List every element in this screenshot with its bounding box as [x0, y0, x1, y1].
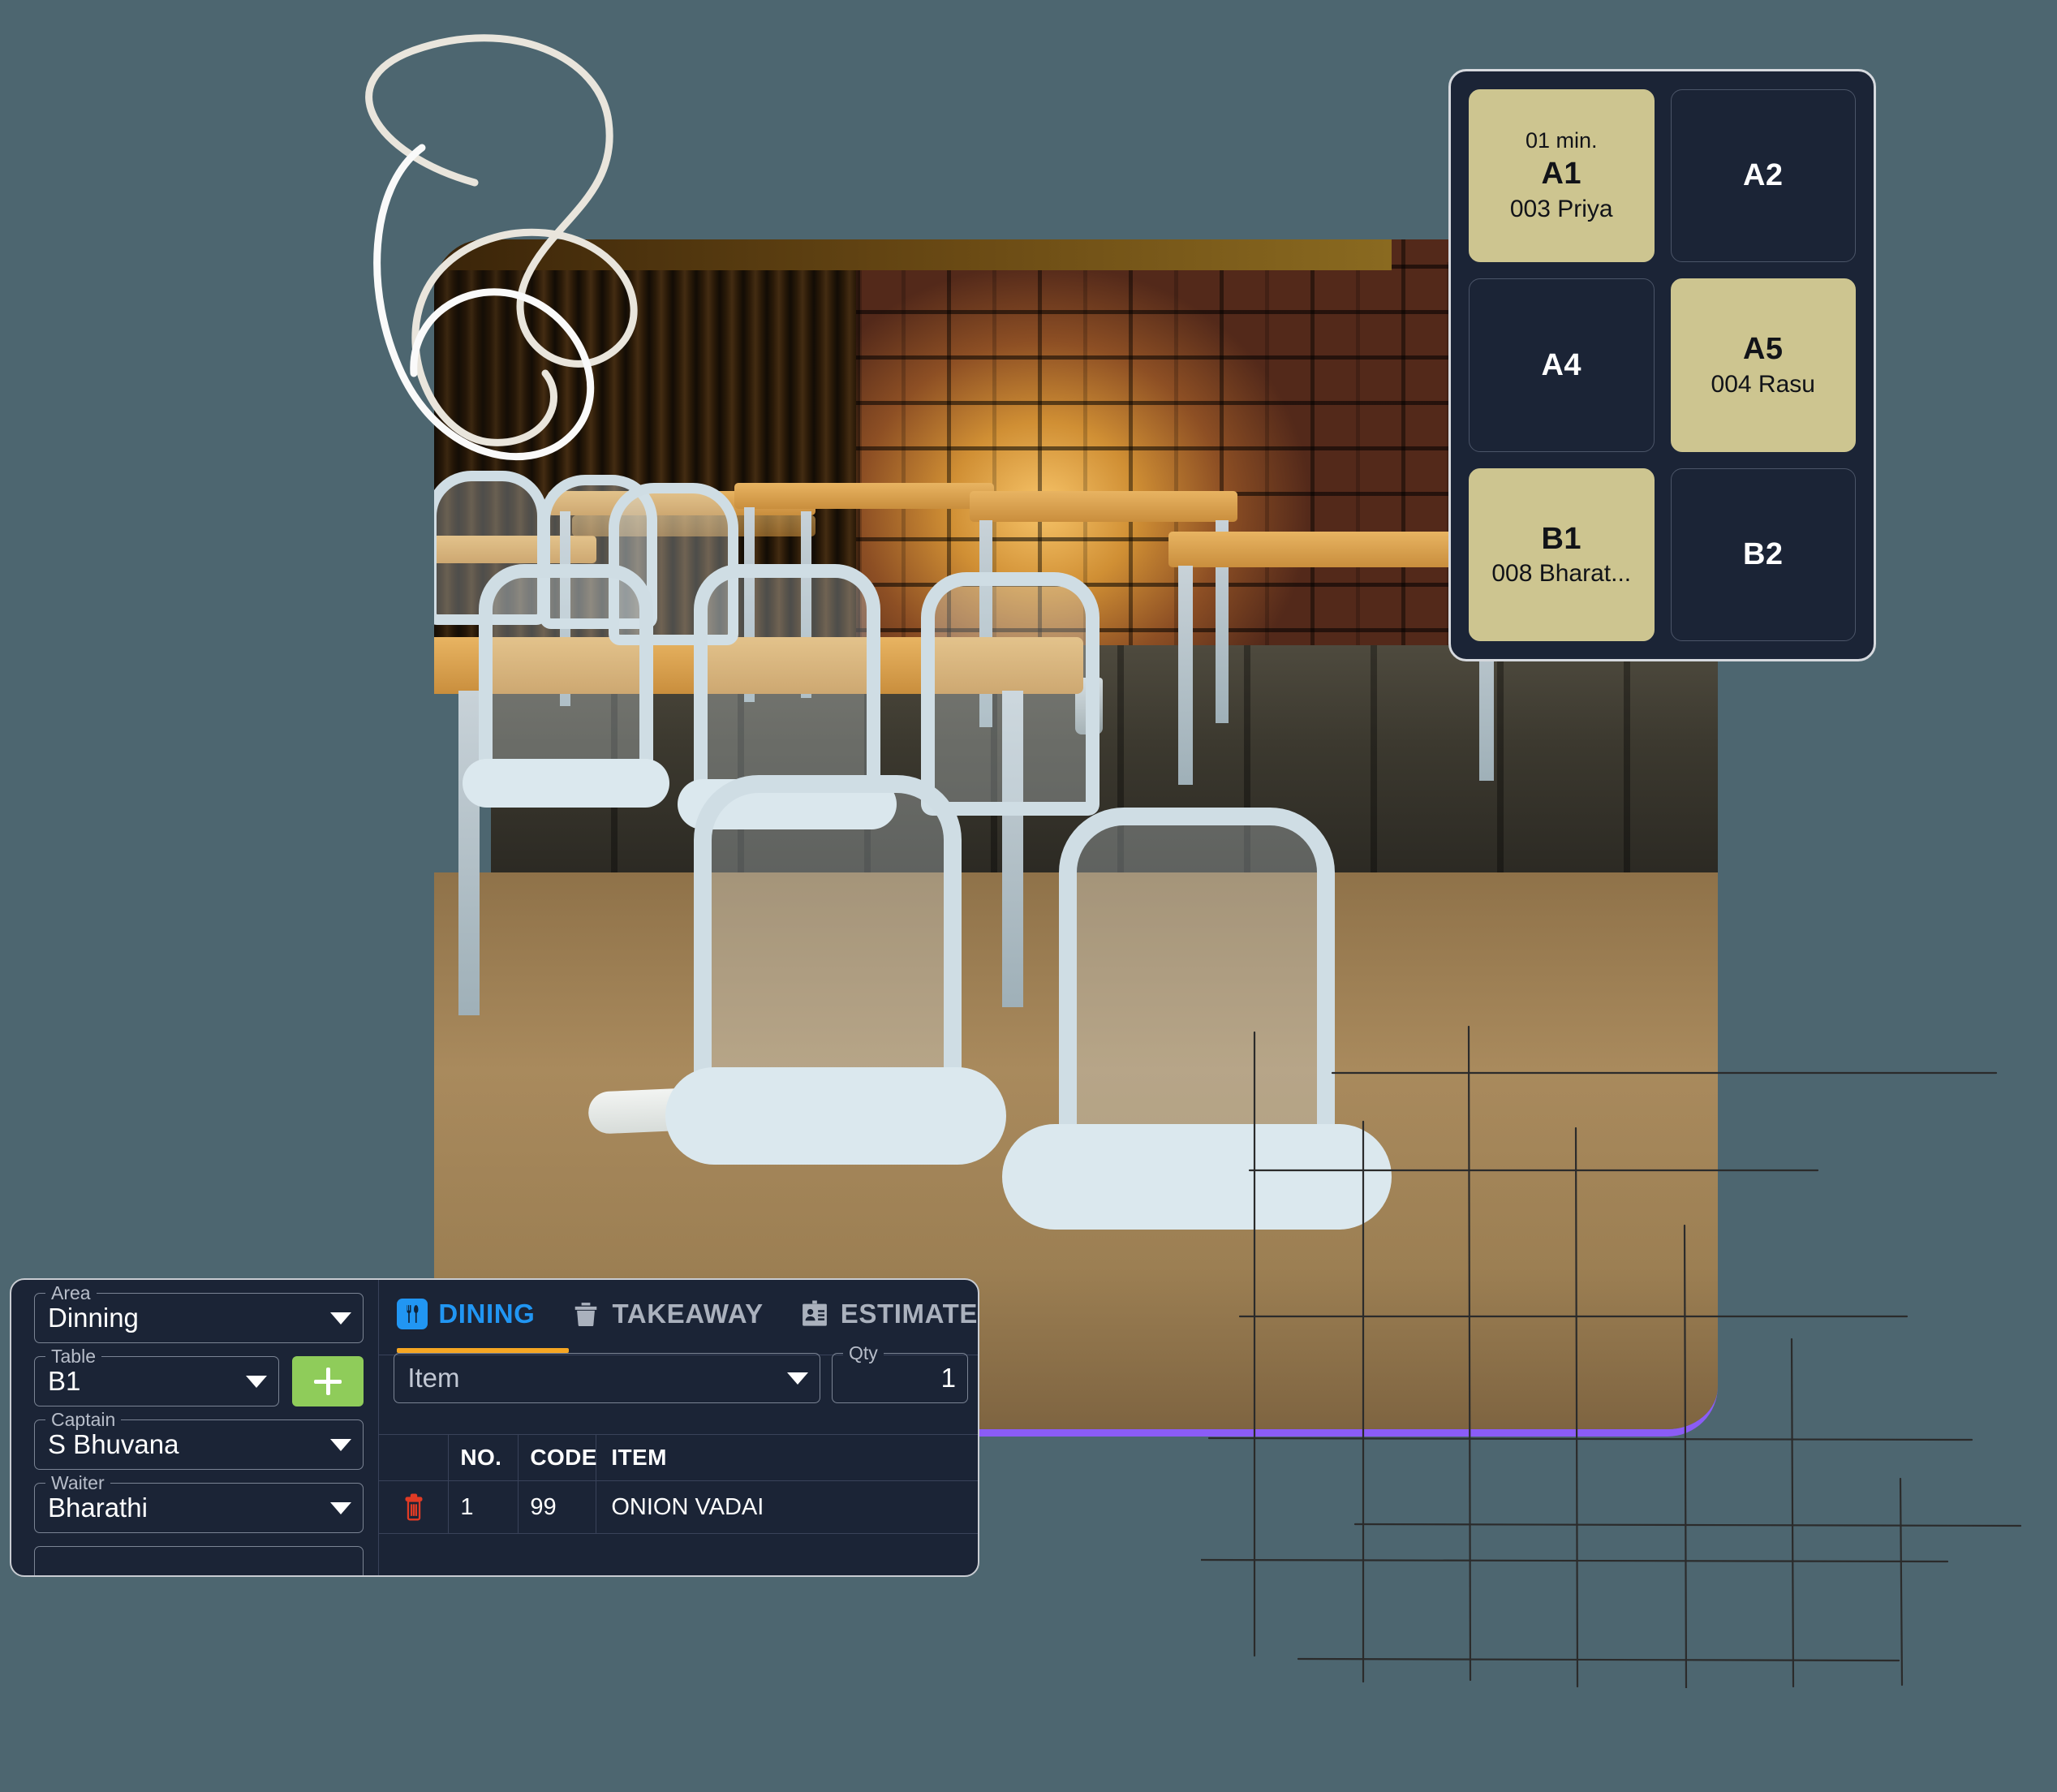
table-tile-B1[interactable]: B1 008 Bharat...: [1469, 467, 1655, 641]
chair-seat: [463, 759, 669, 808]
trash-icon[interactable]: [402, 1493, 426, 1521]
table-row[interactable]: 1 99 ONION VADAI: [379, 1480, 978, 1533]
tab-estimate-label: ESTIMATE: [840, 1299, 978, 1329]
order-meta-fields: Area Dinning Table B1 Captain S Bhuvana …: [11, 1280, 378, 1575]
chevron-down-icon: [787, 1372, 808, 1385]
wall-top-trim: [434, 239, 1392, 270]
qty-value: 1: [940, 1363, 956, 1393]
next-select[interactable]: [34, 1546, 364, 1575]
table-timer: 01 min.: [1525, 127, 1598, 153]
column-header-actions: [379, 1435, 450, 1480]
cutlery-icon: [397, 1299, 428, 1329]
tab-estimate[interactable]: ESTIMATE: [799, 1299, 978, 1334]
item-field[interactable]: Item: [394, 1353, 820, 1403]
table-field[interactable]: Table B1: [34, 1346, 279, 1406]
waiter-field[interactable]: Waiter Bharathi: [34, 1472, 364, 1533]
dining-table: [970, 491, 1237, 522]
table-name: B1: [1541, 521, 1582, 556]
tables-popup[interactable]: 01 min. A1 003 Priya A2 A4 A5 004 Rasu B…: [1448, 69, 1876, 661]
order-entry-panel: Area Dinning Table B1 Captain S Bhuvana …: [10, 1278, 979, 1577]
item-select[interactable]: Item: [394, 1353, 820, 1403]
chair: [694, 564, 880, 808]
dining-table: [734, 483, 994, 509]
qty-field[interactable]: Qty 1: [832, 1342, 968, 1403]
table-tile-A1[interactable]: 01 min. A1 003 Priya: [1469, 89, 1655, 263]
table-name: A2: [1742, 158, 1784, 193]
table-tile-B2[interactable]: B2: [1670, 467, 1856, 641]
order-items-section: DINING TAKEAWAY ESTIMATE Item Qty 1 NO. …: [379, 1280, 978, 1575]
table-tile-A5[interactable]: A5 004 Rasu: [1670, 278, 1856, 452]
table-label: Table: [45, 1346, 101, 1368]
cell-code: 99: [519, 1481, 597, 1533]
chair-seat: [1002, 1124, 1392, 1230]
captain-field[interactable]: Captain S Bhuvana: [34, 1409, 364, 1470]
chair: [1059, 808, 1335, 1157]
table-header-row: NO. CODE ITEM: [379, 1434, 978, 1480]
chevron-down-icon: [329, 1501, 351, 1514]
area-label: Area: [45, 1282, 97, 1304]
table-name: A5: [1742, 332, 1784, 367]
table-tile-A2[interactable]: A2: [1670, 89, 1856, 263]
tab-takeaway[interactable]: TAKEAWAY: [570, 1299, 763, 1334]
column-header-item: ITEM: [611, 1445, 667, 1470]
column-header-code: CODE: [519, 1435, 596, 1480]
captain-label: Captain: [45, 1409, 122, 1431]
id-badge-icon: [799, 1299, 830, 1329]
area-field[interactable]: Area Dinning: [34, 1282, 364, 1343]
waiter-value: Bharathi: [48, 1493, 148, 1523]
table-name: A4: [1541, 347, 1582, 382]
add-table-button[interactable]: [291, 1356, 364, 1406]
chevron-down-icon: [329, 1312, 351, 1325]
takeaway-box-icon: [570, 1299, 601, 1329]
area-value: Dinning: [48, 1303, 139, 1333]
qty-label: Qty: [843, 1342, 884, 1364]
tab-dining[interactable]: DINING: [397, 1299, 535, 1334]
delete-cell[interactable]: [379, 1481, 450, 1533]
captain-value: S Bhuvana: [48, 1429, 179, 1459]
table-empty-area: [379, 1533, 978, 1575]
table-leg: [1178, 566, 1193, 785]
cell-item: ONION VADAI: [611, 1493, 764, 1520]
plus-icon: [313, 1368, 342, 1395]
chevron-down-icon: [329, 1438, 351, 1451]
chair: [694, 775, 962, 1100]
table-customer: 003 Priya: [1509, 196, 1613, 223]
table-name: A1: [1541, 157, 1582, 192]
screenshot-stage: 01 min. A1 003 Priya A2 A4 A5 004 Rasu B…: [0, 0, 2057, 1792]
tab-dining-label: DINING: [438, 1299, 536, 1329]
table-tile-A4[interactable]: A4: [1469, 278, 1655, 452]
table-value: B1: [48, 1366, 81, 1396]
item-placeholder: Item: [407, 1363, 460, 1393]
chair-seat: [665, 1067, 1006, 1165]
order-items-table: NO. CODE ITEM 1 99 ONION VADAI: [379, 1434, 978, 1575]
table-customer: 008 Bharat...: [1491, 560, 1632, 588]
table-name: B2: [1742, 537, 1784, 571]
chair: [921, 572, 1100, 816]
chevron-down-icon: [245, 1375, 267, 1388]
tab-takeaway-label: TAKEAWAY: [612, 1299, 764, 1329]
chair: [479, 564, 653, 791]
column-header-no: NO.: [449, 1435, 519, 1480]
waiter-label: Waiter: [45, 1472, 110, 1494]
next-field-partial[interactable]: [34, 1546, 364, 1575]
order-mode-tabs: DINING TAKEAWAY ESTIMATE: [379, 1280, 978, 1340]
cell-no: 1: [449, 1481, 519, 1533]
table-customer: 004 Rasu: [1711, 371, 1815, 398]
table-leg: [458, 691, 480, 1015]
